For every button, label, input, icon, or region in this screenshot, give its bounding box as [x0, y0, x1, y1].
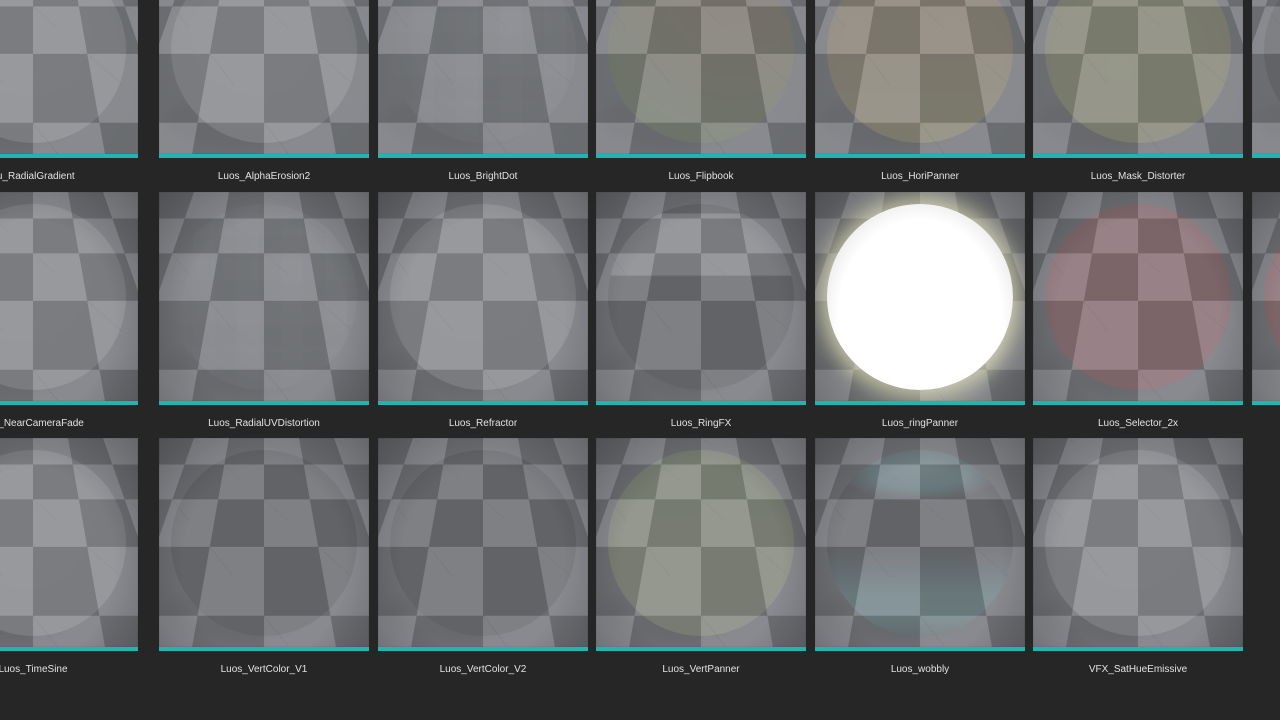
- asset-type-color-bar: [159, 401, 369, 405]
- asset-thumbnail[interactable]: [378, 192, 588, 401]
- asset-type-color-bar: [0, 401, 138, 405]
- material-preview-sphere: [608, 450, 794, 636]
- asset-tile[interactable]: Luos_Refractor: [378, 192, 588, 438]
- asset-thumbnail[interactable]: [815, 438, 1025, 647]
- asset-type-color-bar: [815, 401, 1025, 405]
- material-preview-sphere: [1045, 450, 1231, 636]
- asset-name-label: VFX_SatHueEmissive: [1088, 664, 1188, 675]
- asset-thumbnail[interactable]: [0, 192, 138, 401]
- material-preview-sphere: [390, 204, 576, 390]
- asset-type-color-bar: [378, 647, 588, 651]
- asset-tile[interactable]: Luos_HoriPanner: [815, 0, 1025, 191]
- asset-name-label: Luos_AlphaErosion2: [217, 171, 311, 182]
- asset-type-color-bar: [159, 154, 369, 158]
- asset-thumbnail[interactable]: [815, 0, 1025, 154]
- asset-name-label: Luos_ringPanner: [881, 418, 959, 429]
- asset-thumbnail-grid: Lu_RadialGradient Luos_AlphaErosion2 Luos_…: [0, 0, 1280, 720]
- material-preview-sphere: [1045, 204, 1231, 390]
- asset-type-color-bar: [596, 647, 806, 651]
- asset-thumbnail[interactable]: [596, 438, 806, 647]
- asset-thumbnail[interactable]: [0, 0, 138, 154]
- asset-thumbnail[interactable]: [1033, 438, 1243, 647]
- asset-tile[interactable]: Luos_AlphaErosion2: [159, 0, 369, 191]
- asset-thumbnail[interactable]: [159, 192, 369, 401]
- asset-tile[interactable]: Luos_VertColor_V2: [378, 438, 588, 684]
- asset-tile[interactable]: Luos_Mask_Distorter: [1033, 0, 1243, 191]
- asset-tile[interactable]: Luos_VertColor_V1: [159, 438, 369, 684]
- asset-thumbnail[interactable]: [596, 192, 806, 401]
- material-preview-sphere: [827, 450, 1013, 636]
- asset-type-color-bar: [378, 154, 588, 158]
- asset-name-label: Luos_Flipbook: [668, 171, 734, 182]
- asset-type-color-bar: [815, 154, 1025, 158]
- asset-tile[interactable]: [1252, 192, 1280, 438]
- asset-thumbnail[interactable]: [1033, 192, 1243, 401]
- asset-name-label: Luos_wobbly: [890, 664, 950, 675]
- asset-type-color-bar: [1252, 401, 1280, 405]
- asset-thumbnail[interactable]: [378, 438, 588, 647]
- material-preview-sphere: [608, 204, 794, 390]
- asset-name-label: Luos_RingFX: [670, 418, 732, 429]
- asset-name-label: Lu_RadialGradient: [0, 171, 75, 182]
- asset-type-color-bar: [596, 154, 806, 158]
- asset-thumbnail[interactable]: [159, 438, 369, 647]
- material-preview-sphere: [171, 204, 357, 390]
- asset-name-label: Luos_RadialUVDistortion: [208, 418, 320, 429]
- asset-tile[interactable]: Luos_RingFX: [596, 192, 806, 438]
- asset-name-label: Luos_VertColor_V1: [220, 664, 308, 675]
- asset-type-color-bar: [159, 647, 369, 651]
- asset-thumbnail[interactable]: [0, 438, 138, 647]
- asset-type-color-bar: [378, 401, 588, 405]
- asset-thumbnail[interactable]: [815, 192, 1025, 401]
- asset-name-label: Luos_HoriPanner: [881, 171, 959, 182]
- asset-name-label: Luos_Selector_2x: [1097, 418, 1179, 429]
- asset-type-color-bar: [1033, 401, 1243, 405]
- asset-name-label: Luos_Refractor: [448, 418, 518, 429]
- asset-name-label: Luos_VertColor_V2: [439, 664, 527, 675]
- asset-name-label: Luos_BrightDot: [448, 171, 518, 182]
- asset-name-label: Luos_VertPanner: [662, 664, 740, 675]
- asset-type-color-bar: [1033, 647, 1243, 651]
- asset-type-color-bar: [815, 647, 1025, 651]
- material-preview-sphere: [171, 450, 357, 636]
- material-preview-sphere: [827, 204, 1013, 390]
- asset-tile[interactable]: Luos_Flipbook: [596, 0, 806, 191]
- asset-tile[interactable]: Luos_RadialUVDistortion: [159, 192, 369, 438]
- asset-thumbnail[interactable]: [378, 0, 588, 154]
- asset-tile[interactable]: Luos_Selector_2x: [1033, 192, 1243, 438]
- asset-tile[interactable]: uos_NearCameraFade: [0, 192, 138, 438]
- asset-tile[interactable]: Lu_RadialGradient: [0, 0, 138, 191]
- asset-thumbnail[interactable]: [159, 0, 369, 154]
- material-preview-sphere: [390, 450, 576, 636]
- asset-tile[interactable]: VFX_SatHueEmissive: [1033, 438, 1243, 684]
- asset-tile[interactable]: Luos_BrightDot: [378, 0, 588, 191]
- asset-thumbnail[interactable]: [1252, 192, 1280, 401]
- asset-type-color-bar: [1033, 154, 1243, 158]
- asset-type-color-bar: [596, 401, 806, 405]
- asset-type-color-bar: [0, 647, 138, 651]
- asset-name-label: Luos_Mask_Distorter: [1090, 171, 1186, 182]
- asset-tile[interactable]: Luos_TimeSine: [0, 438, 138, 684]
- asset-thumbnail[interactable]: [1252, 0, 1280, 154]
- asset-tile[interactable]: Luos_ringPanner: [815, 192, 1025, 438]
- asset-name-label: uos_NearCameraFade: [0, 418, 84, 429]
- asset-name-label: Luos_TimeSine: [0, 664, 68, 675]
- asset-thumbnail[interactable]: [596, 0, 806, 154]
- asset-tile[interactable]: [1252, 0, 1280, 191]
- asset-thumbnail[interactable]: [1033, 0, 1243, 154]
- asset-tile[interactable]: Luos_VertPanner: [596, 438, 806, 684]
- asset-tile[interactable]: Luos_wobbly: [815, 438, 1025, 684]
- asset-type-color-bar: [1252, 154, 1280, 158]
- asset-type-color-bar: [0, 154, 138, 158]
